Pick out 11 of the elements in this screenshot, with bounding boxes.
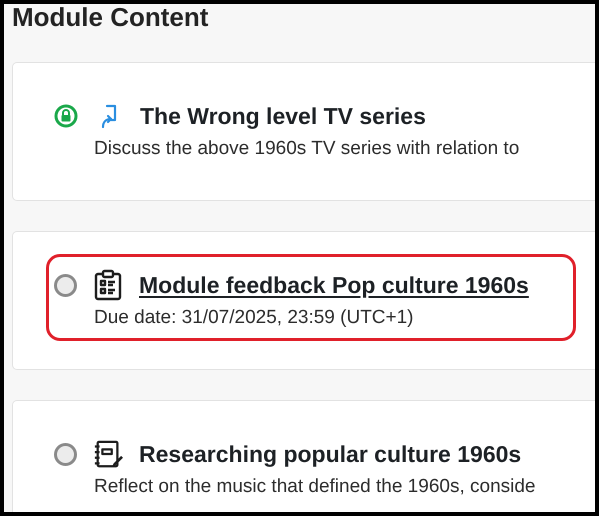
notebook-pen-icon (93, 438, 123, 470)
activity-description: Reflect on the music that defined the 1960s, conside (94, 475, 536, 499)
activity-title[interactable]: Researching popular culture 1960s (139, 440, 522, 468)
completion-checkbox[interactable] (54, 274, 77, 296)
section-heading: Module Content (12, 4, 210, 32)
activity-title[interactable]: The Wrong level TV series (140, 102, 426, 130)
completion-checkbox[interactable] (54, 442, 77, 466)
activity-title[interactable]: Module feedback Pop culture 1960s (139, 272, 529, 298)
activity-description: Discuss the above 1960s TV series with relation to (94, 137, 520, 161)
clipboard-icon (93, 269, 123, 301)
activity-description: Due date: 31/07/2025, 23:59 (UTC+1) (94, 306, 415, 330)
